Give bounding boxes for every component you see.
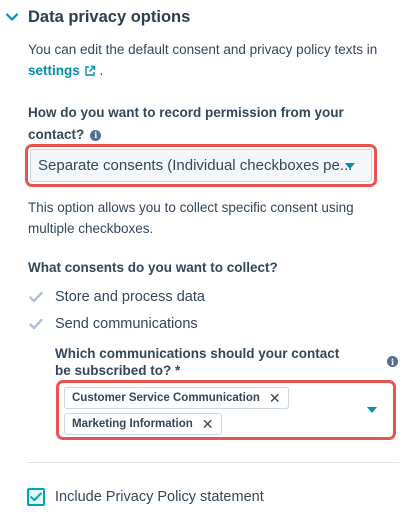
external-link-icon[interactable] (84, 62, 96, 83)
caret-down-icon[interactable] (345, 163, 355, 169)
section-header[interactable]: Data privacy options (0, 4, 190, 30)
permission-question: How do you want to record permission fro… (28, 102, 378, 146)
description-text: You can edit the default consent and pri… (28, 42, 378, 57)
close-icon[interactable]: ✕ (269, 391, 281, 405)
chevron-down-icon[interactable] (2, 7, 22, 27)
section-description: You can edit the default consent and pri… (28, 39, 398, 83)
checkmark-icon (28, 316, 44, 332)
consent-label: Store and process data (55, 289, 205, 305)
subscription-multiselect[interactable]: Customer Service Communication ✕ Marketi… (56, 380, 396, 440)
divider (27, 462, 399, 463)
subscription-tag: Marketing Information ✕ (64, 413, 222, 435)
tag-label: Marketing Information (72, 418, 193, 430)
tag-label: Customer Service Communication (72, 392, 260, 404)
permission-question-text: How do you want to record permission fro… (28, 105, 344, 142)
consent-label: Send communications (55, 316, 198, 332)
caret-down-icon[interactable] (367, 407, 377, 413)
privacy-policy-option[interactable]: Include Privacy Policy statement (27, 487, 264, 507)
privacy-policy-checkbox[interactable] (27, 488, 45, 506)
permission-select-value: Separate consents (Individual checkboxes… (38, 157, 353, 174)
close-icon[interactable]: ✕ (202, 417, 214, 431)
checkmark-icon (30, 492, 42, 502)
subscription-tag: Customer Service Communication ✕ (64, 387, 289, 409)
section-title: Data privacy options (28, 7, 191, 26)
consents-question: What consents do you want to collect? (28, 260, 278, 275)
consent-item-store-data: Store and process data (28, 287, 205, 307)
info-icon[interactable]: i (387, 356, 398, 367)
checkmark-icon (28, 289, 44, 305)
info-icon[interactable]: i (90, 129, 102, 141)
consent-item-send-communications: Send communications (28, 314, 198, 334)
permission-help-text: This option allows you to collect specif… (28, 200, 354, 236)
settings-link[interactable]: settings (28, 63, 80, 78)
subscription-question: Which communications should your contact… (55, 346, 340, 378)
privacy-policy-label: Include Privacy Policy statement (55, 489, 264, 505)
permission-select[interactable]: Separate consents (Individual checkboxes… (30, 149, 372, 182)
description-suffix: . (99, 63, 104, 78)
